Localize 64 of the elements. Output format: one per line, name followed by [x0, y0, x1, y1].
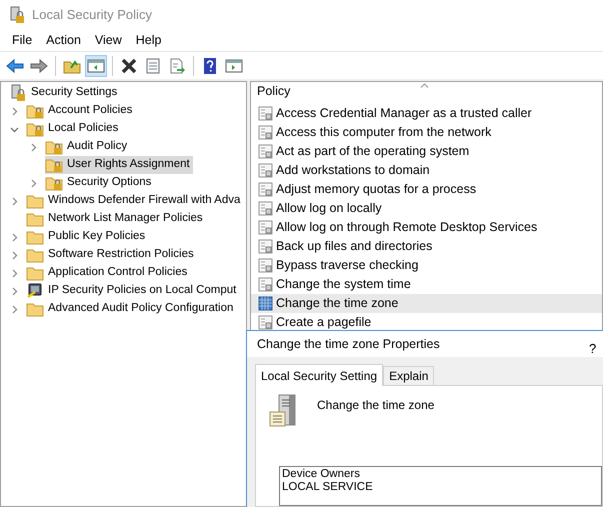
tree-item[interactable]: Account Policies: [26, 102, 136, 120]
policy-icon: [258, 239, 273, 254]
tree-item[interactable]: Public Key Policies: [26, 228, 148, 246]
menu-item[interactable]: View: [88, 30, 129, 50]
tree-item[interactable]: Windows Defender Firewall with Adva: [26, 192, 244, 210]
policy-row[interactable]: Add workstations to domain: [251, 161, 602, 180]
policy-icon: [258, 163, 273, 178]
tree-item[interactable]: Audit Policy: [45, 138, 130, 156]
policy-icon: [258, 296, 273, 311]
policy-row[interactable]: Create a pagefile: [251, 313, 602, 332]
policy-icon: [258, 258, 273, 273]
chevron-right-icon[interactable]: [10, 106, 19, 116]
chevron-right-icon[interactable]: [29, 142, 38, 152]
policy-row[interactable]: Back up files and directories: [251, 237, 602, 256]
policy-name: Change the time zone: [317, 397, 434, 414]
policy-row[interactable]: Bypass traverse checking: [251, 256, 602, 275]
column-header[interactable]: Policy: [257, 82, 290, 101]
tree-item[interactable]: Software Restriction Policies: [26, 246, 197, 264]
policy-row[interactable]: Allow log on through Remote Desktop Services: [251, 218, 602, 237]
computer-icon: [26, 282, 44, 300]
menu-item[interactable]: File: [5, 30, 40, 50]
help-button[interactable]: ?: [589, 339, 596, 358]
chevron-right-icon[interactable]: [10, 304, 19, 314]
window-title: Local Security Policy: [32, 6, 152, 24]
chevron-down-icon[interactable]: [10, 124, 19, 134]
tree-item[interactable]: Local Policies: [26, 120, 122, 138]
tree-item[interactable]: Advanced Audit Policy Configuration: [26, 300, 236, 318]
tree-item[interactable]: Network List Manager Policies: [26, 210, 206, 228]
policy-icon: [258, 182, 273, 197]
chevron-right-icon[interactable]: [10, 196, 19, 206]
accounts-list[interactable]: Device Owners LOCAL SERVICE: [279, 466, 602, 506]
menu-item[interactable]: Action: [39, 30, 88, 50]
policy-icon: [258, 277, 273, 292]
policy-icon: [258, 144, 273, 159]
pane-button[interactable]: [85, 54, 107, 76]
policy-row[interactable]: Act as part of the operating system: [251, 142, 602, 161]
account-entry[interactable]: LOCAL SERVICE: [282, 481, 601, 494]
chevron-right-icon[interactable]: [10, 232, 19, 242]
tree-item[interactable]: Application Control Policies: [26, 264, 190, 282]
chevron-right-icon[interactable]: [10, 250, 19, 260]
chevron-right-icon[interactable]: [10, 268, 19, 278]
policy-row[interactable]: Change the time zone: [251, 294, 602, 313]
tab[interactable]: Explain: [383, 366, 434, 385]
dialog-title: Change the time zone Properties: [257, 336, 440, 353]
chevron-right-icon[interactable]: [29, 178, 38, 188]
tree-item[interactable]: IP Security Policies on Local Comput: [26, 282, 240, 300]
policy-row[interactable]: Allow log on locally: [251, 199, 602, 218]
chevron-right-icon[interactable]: [10, 286, 19, 296]
policy-row[interactable]: Adjust memory quotas for a process: [251, 180, 602, 199]
policy-row[interactable]: Access this computer from the network: [251, 123, 602, 142]
app-icon: [8, 6, 26, 24]
policy-row[interactable]: Access Credential Manager as a trusted caller: [251, 104, 602, 123]
tree-item[interactable]: Security Options: [45, 174, 154, 192]
tree-item[interactable]: Security Settings: [9, 84, 120, 102]
policy-lock-icon: [9, 84, 27, 102]
policy-icon: [258, 106, 273, 121]
policy-row[interactable]: Change the system time: [251, 275, 602, 294]
tree-item[interactable]: User Rights Assignment: [45, 156, 193, 174]
menu-item[interactable]: Help: [128, 30, 168, 50]
policy-icon: [258, 220, 273, 235]
tab[interactable]: Local Security Setting: [255, 364, 384, 386]
policy-icon: [258, 125, 273, 140]
policy-icon: [258, 201, 273, 216]
account-entry[interactable]: Device Owners: [282, 468, 601, 481]
